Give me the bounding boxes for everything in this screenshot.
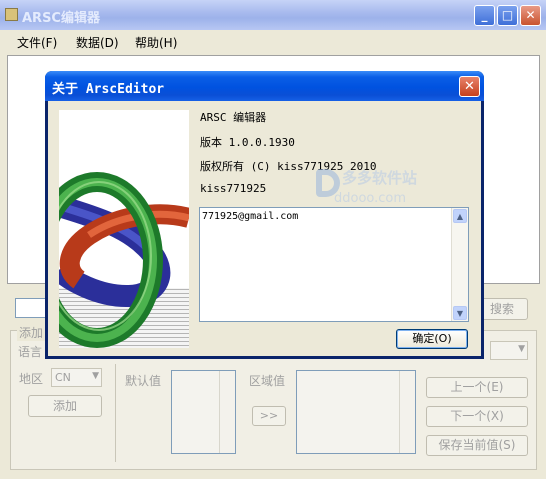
region-value-list[interactable] [296,370,416,454]
watermark-url: ddooo.com [334,191,407,206]
minimize-button[interactable]: _ [474,5,495,26]
menu-data[interactable]: 数据(D) [76,34,119,51]
about-close-button[interactable]: ✕ [459,76,480,97]
maximize-button[interactable]: □ [497,5,518,26]
prev-button[interactable]: 上一个(E) [426,377,528,398]
menu-help[interactable]: 帮助(H) [135,34,177,51]
ok-button[interactable]: 确定(O) [396,329,468,349]
region-value-label: 区域值 [249,374,286,388]
region-select-value: CN [55,371,71,384]
chevron-down-icon: ▼ [92,371,99,381]
close-button[interactable]: ✕ [520,5,541,26]
region-select[interactable]: CN ▼ [51,368,102,387]
scroll-down-button[interactable]: ▼ [453,306,467,320]
menu-file[interactable]: 文件(F) [17,34,57,51]
language-label: 语言 [18,345,43,359]
about-dialog-title: 关于 ArscEditor [52,82,165,97]
search-input[interactable] [15,298,47,318]
description-text: 771925@gmail.com [202,211,299,222]
description-scrollbar[interactable]: ▲ ▼ [451,208,468,321]
add-button[interactable]: 添加 [28,395,102,417]
description-textbox[interactable]: 771925@gmail.com ▲ ▼ [199,207,469,322]
watermark-logo: 多多软件站 ddooo.com [316,163,417,215]
default-value-list[interactable] [171,370,236,454]
window-title: ARSC编辑器 [22,11,100,26]
next-button[interactable]: 下一个(X) [426,406,528,427]
version-label: 版本 1.0.0.1930 [200,136,295,149]
scroll-up-button[interactable]: ▲ [453,209,467,223]
company-label: kiss771925 [200,182,267,195]
product-name: ARSC 编辑器 [200,111,267,124]
rings-logo [59,110,189,348]
default-value-label: 默认值 [125,374,162,388]
chevron-down-icon: ▼ [518,344,525,354]
add-group-label: 添加 [17,324,46,341]
default-value-scrollbar[interactable] [219,371,235,453]
app-icon [5,8,18,21]
watermark-text: 多多软件站 [342,169,418,187]
region-value-scrollbar[interactable] [399,371,415,453]
language-select[interactable]: ▼ [490,341,528,360]
region-label: 地区 [19,372,44,386]
save-current-button[interactable]: 保存当前值(S) [426,435,528,456]
transfer-button[interactable]: >> [252,406,286,426]
